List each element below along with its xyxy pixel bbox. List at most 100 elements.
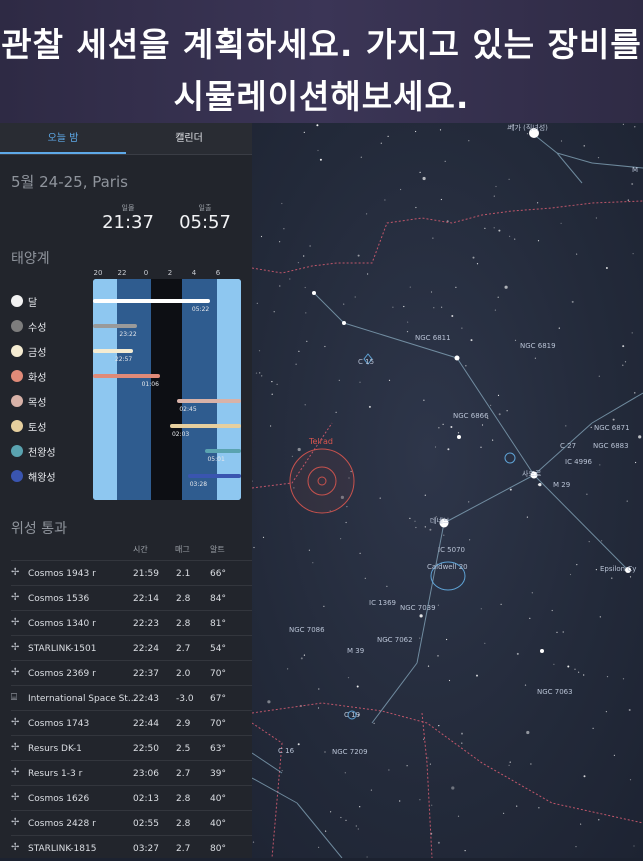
satellite-name: STARLINK-1501 [28,644,97,654]
background-star [319,158,322,161]
satellite-magnitude: 2.1 [176,569,191,579]
sky-label-caldwell20: Caldwell 20 [427,563,468,571]
sky-label-ic5070: IC 5070 [438,546,465,554]
background-star [514,339,517,341]
background-star [448,679,451,682]
planet-row[interactable]: 해왕성 [0,464,93,489]
background-star [355,825,357,827]
twilight-band [93,279,117,500]
satellite-icon: ✢ [11,767,20,778]
background-star [629,779,632,781]
planet-row[interactable]: 목성 [0,389,93,414]
satellite-icon: ✢ [11,617,20,628]
background-star [370,789,372,791]
sky-map-canvas[interactable]: Telrad 베가 (직녀성) NGC 6811 NGC 6819 C 15 NGC 6… [252,123,643,858]
background-star [569,573,572,576]
telrad-reticle [289,448,355,514]
hour-tick: 4 [191,269,197,277]
constellation-boundary [252,200,643,274]
sky-label-ngc7063: NGC 7063 [537,688,573,696]
tab-calendar[interactable]: 캘린더 [126,123,252,154]
background-star [461,742,463,744]
background-star [605,711,607,713]
background-star [276,383,278,385]
background-star [497,296,499,298]
satellite-row[interactable]: ✢ Cosmos 2428 r 02:55 2.8 40° [11,810,252,836]
sky-map[interactable]: Telrad 베가 (직녀성) NGC 6811 NGC 6819 C 15 NGC 6… [252,123,643,858]
background-star [468,501,470,503]
background-star [368,405,371,408]
tab-bar: 오늘 밤 캘린더 [0,123,252,155]
satellite-row[interactable]: ✢ STARLINK-1815 03:27 2.7 80° [11,835,252,861]
planet-visibility-chart[interactable]: 05:22 23:22 22:57 01:06 02:45 02:03 05:01 03:28 [93,279,241,500]
planet-icon [11,345,23,357]
background-star [424,526,426,528]
satellite-icon: ✢ [11,567,20,578]
background-star [611,577,613,579]
satellite-row[interactable]: ✢ Cosmos 1626 02:13 2.8 40° [11,785,252,811]
satellite-row[interactable]: ⌸ International Space St... 22:43 -3.0 67° [11,685,252,711]
planet-row[interactable]: 수성 [0,314,93,339]
background-star [345,521,347,524]
background-star [476,674,478,677]
sky-label-ic1369: IC 1369 [369,599,396,607]
satellite-row[interactable]: ✢ STARLINK-1501 22:24 2.7 54° [11,635,252,661]
background-star [419,637,421,639]
satellite-row[interactable]: ✢ Cosmos 1743 22:44 2.9 70° [11,710,252,736]
background-star [318,688,320,690]
satellite-row[interactable]: ✢ Resurs DK-1 22:50 2.5 63° [11,735,252,761]
background-star [480,446,482,448]
background-star [484,642,486,645]
satellite-icon: ✢ [11,817,20,828]
satellite-row[interactable]: ✢ Cosmos 1340 r 22:23 2.8 81° [11,610,252,636]
background-star [367,273,369,275]
satellite-row[interactable]: ✢ Cosmos 1536 22:14 2.8 84° [11,585,252,611]
background-star [437,841,440,844]
satellite-magnitude: 2.8 [176,794,191,804]
satellite-name: Cosmos 1340 r [28,619,96,629]
planet-row[interactable]: 금성 [0,339,93,364]
background-star [273,311,275,313]
background-star [516,652,519,655]
satellite-row[interactable]: ✢ Cosmos 1943 r 21:59 2.1 66° [11,560,252,586]
background-star [461,732,463,735]
background-star [447,448,450,451]
background-star [303,654,305,656]
background-star [626,500,628,502]
tab-tonight[interactable]: 오늘 밤 [0,123,126,154]
planet-row[interactable]: 화성 [0,364,93,389]
star [454,355,460,361]
hour-tick: 20 [93,269,103,277]
planet-row[interactable]: 토성 [0,414,93,439]
telrad-label: Telrad [308,437,333,446]
satellite-row[interactable]: ✢ Cosmos 2369 r 22:37 2.0 70° [11,660,252,686]
background-star [490,404,492,406]
background-star [601,540,603,542]
background-star [419,171,421,173]
background-star [574,668,576,670]
planet-row[interactable]: 천왕성 [0,439,93,464]
satellite-altitude: 67° [210,694,226,704]
sky-label-ngc7062: NGC 7062 [377,636,413,644]
background-star [497,394,500,396]
background-star [578,671,580,673]
background-star [432,237,434,239]
background-star [271,381,273,383]
background-star [439,129,442,131]
background-star [437,604,439,606]
background-star [567,665,570,668]
background-star [364,577,366,579]
background-star [588,541,590,543]
background-star [262,536,265,538]
background-star [631,332,633,334]
satellite-row[interactable]: ✢ Resurs 1-3 r 23:06 2.7 39° [11,760,252,786]
satellite-time: 22:37 [133,669,159,679]
background-star [476,263,479,265]
background-star [318,846,320,849]
background-star [484,227,486,229]
satellite-name: International Space St... [28,694,137,704]
constellation-boundary [421,712,433,858]
background-star [270,425,272,427]
planet-row[interactable]: 달 [0,289,93,314]
background-star [392,306,394,308]
